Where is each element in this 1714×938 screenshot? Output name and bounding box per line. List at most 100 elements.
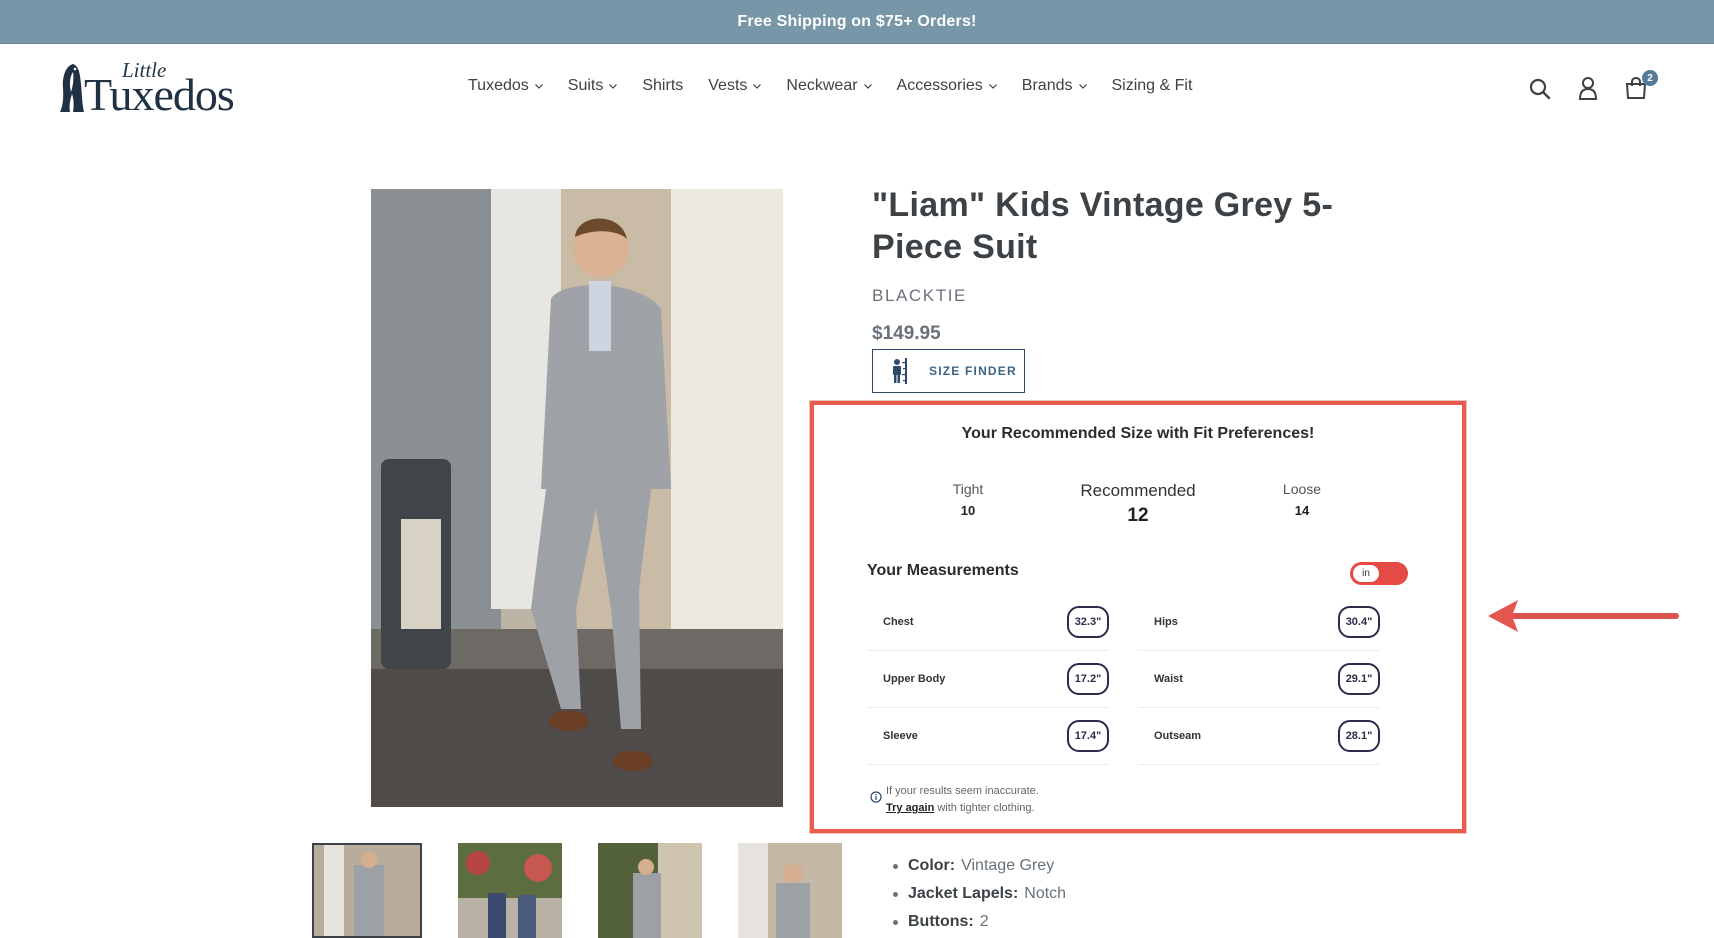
- spec-label: Jacket Lapels:: [908, 885, 1019, 902]
- spec-buttons: Buttons: 2: [893, 908, 1066, 936]
- measurement-label: Hips: [1154, 616, 1178, 628]
- nav-item-shirts[interactable]: Shirts: [642, 77, 683, 95]
- main-nav: Tuxedos Suits Shirts Vests Neckwear Acce…: [468, 77, 1217, 95]
- measurement-value[interactable]: 30.4": [1338, 606, 1380, 638]
- chevron-down-icon: [1078, 83, 1087, 89]
- measurement-label: Chest: [883, 616, 914, 628]
- thumbnail-3[interactable]: [598, 843, 702, 938]
- product-vendor[interactable]: BLACKTIE: [872, 286, 967, 306]
- unit-toggle[interactable]: in: [1350, 562, 1408, 585]
- logo[interactable]: Little Tuxedos: [60, 58, 260, 118]
- logo-main-text: Tuxedos: [84, 69, 235, 120]
- nav-item-neckwear[interactable]: Neckwear: [786, 77, 872, 95]
- thumbnail-photo: [458, 843, 562, 938]
- spec-jacket-lapels: Jacket Lapels: Notch: [893, 880, 1066, 908]
- measurement-value[interactable]: 28.1": [1338, 720, 1380, 752]
- product-title: "Liam" Kids Vintage Grey 5-Piece Suit: [872, 186, 1334, 266]
- product-price: $149.95: [872, 323, 941, 344]
- measurement-value[interactable]: 29.1": [1338, 663, 1380, 695]
- nav-item-tuxedos[interactable]: Tuxedos: [468, 77, 543, 95]
- size-option-value: 10: [960, 503, 976, 518]
- nav-item-brands[interactable]: Brands: [1022, 77, 1087, 95]
- note-line-2: Try again with tighter clothing.: [886, 802, 1035, 814]
- thumbnail-strip: [312, 843, 878, 938]
- thumbnail-2[interactable]: [458, 843, 562, 938]
- size-option-loose[interactable]: Loose 14: [1272, 481, 1332, 518]
- spec-value: 2: [979, 913, 989, 930]
- measurement-label: Sleeve: [883, 730, 918, 742]
- bullet: [893, 863, 898, 869]
- cart-button[interactable]: 2: [1624, 70, 1658, 105]
- measurement-row-chest: Chest 32.3": [867, 594, 1109, 651]
- measurement-row-hips: Hips 30.4": [1138, 594, 1380, 651]
- thumbnail-photo: [598, 843, 702, 938]
- product-specs: Color: Vintage Grey Jacket Lapels: Notch B…: [893, 852, 1066, 936]
- thumbnail-photo: [738, 843, 842, 938]
- cart-count-badge: 2: [1642, 70, 1658, 86]
- penguin-logo-icon: [60, 64, 84, 112]
- chevron-down-icon: [534, 83, 543, 89]
- try-again-link[interactable]: Try again: [886, 802, 934, 814]
- site-header: Little Tuxedos Tuxedos Suits Shirts Vest…: [0, 44, 1714, 130]
- nav-item-vests[interactable]: Vests: [708, 77, 762, 95]
- spec-value: Notch: [1024, 885, 1067, 902]
- thumbnail-photo: [314, 845, 420, 936]
- measurement-label: Outseam: [1154, 730, 1202, 742]
- size-option-tight[interactable]: Tight 10: [938, 481, 998, 518]
- measurement-label: Upper Body: [883, 673, 946, 685]
- search-icon[interactable]: [1529, 78, 1551, 100]
- measurements-title: Your Measurements: [867, 562, 1019, 579]
- size-option-value: 14: [1294, 503, 1310, 518]
- chevron-down-icon: [988, 83, 997, 89]
- thumbnail-1[interactable]: [312, 843, 422, 938]
- nav-label: Brands: [1021, 77, 1073, 94]
- spec-value: Vintage Grey: [961, 857, 1055, 874]
- bullet: [893, 919, 898, 925]
- account-icon[interactable]: [1578, 76, 1598, 100]
- chevron-down-icon: [609, 83, 618, 89]
- spec-label: Buttons:: [908, 913, 974, 930]
- product-main-image[interactable]: [371, 189, 783, 807]
- recommendation-title: Your Recommended Size with Fit Preferenc…: [961, 425, 1315, 442]
- spec-label: Color:: [908, 857, 956, 874]
- nav-item-suits[interactable]: Suits: [568, 77, 618, 95]
- announcement-text: Free Shipping on $75+ Orders!: [737, 12, 977, 30]
- measurement-value[interactable]: 32.3": [1067, 606, 1109, 638]
- size-finder-button[interactable]: SIZE FINDER: [872, 349, 1025, 393]
- measurement-row-upper-body: Upper Body 17.2": [867, 651, 1109, 708]
- measurement-row-outseam: Outseam 28.1": [1138, 708, 1380, 765]
- bullet: [893, 891, 898, 897]
- info-icon: [870, 791, 882, 803]
- product-photo: [371, 189, 783, 807]
- nav-item-sizing-fit[interactable]: Sizing & Fit: [1112, 77, 1193, 95]
- size-option-recommended[interactable]: Recommended 12: [1068, 481, 1208, 527]
- measurement-row-waist: Waist 29.1": [1138, 651, 1380, 708]
- note-line-2-rest: with tighter clothing.: [934, 802, 1035, 814]
- nav-label: Sizing & Fit: [1111, 77, 1193, 94]
- nav-label: Vests: [708, 77, 748, 94]
- measurement-row-sleeve: Sleeve 17.4": [867, 708, 1109, 765]
- thumbnail-4[interactable]: [738, 843, 842, 938]
- annotation-arrow-icon: [1488, 600, 1679, 632]
- chevron-down-icon: [753, 83, 762, 89]
- measurement-value[interactable]: 17.2": [1067, 663, 1109, 695]
- size-finder-label: SIZE FINDER: [929, 364, 1017, 378]
- nav-label: Shirts: [642, 77, 684, 94]
- spec-color: Color: Vintage Grey: [893, 852, 1066, 880]
- person-ruler-icon: [893, 358, 907, 384]
- unit-toggle-knob: in: [1353, 565, 1379, 582]
- nav-label: Neckwear: [786, 77, 858, 94]
- nav-item-accessories[interactable]: Accessories: [897, 77, 997, 95]
- announcement-bar: Free Shipping on $75+ Orders!: [0, 0, 1714, 44]
- size-option-label: Tight: [952, 481, 984, 497]
- size-option-value: 12: [1127, 505, 1149, 526]
- size-option-label: Loose: [1282, 481, 1322, 497]
- nav-label: Suits: [567, 77, 604, 94]
- note-line-1: If your results seem inaccurate.: [886, 785, 1039, 797]
- nav-label: Tuxedos: [468, 77, 529, 94]
- nav-label: Accessories: [896, 77, 983, 94]
- measurement-label: Waist: [1154, 673, 1183, 685]
- size-option-label: Recommended: [1080, 481, 1196, 500]
- chevron-down-icon: [863, 83, 872, 89]
- measurement-value[interactable]: 17.4": [1067, 720, 1109, 752]
